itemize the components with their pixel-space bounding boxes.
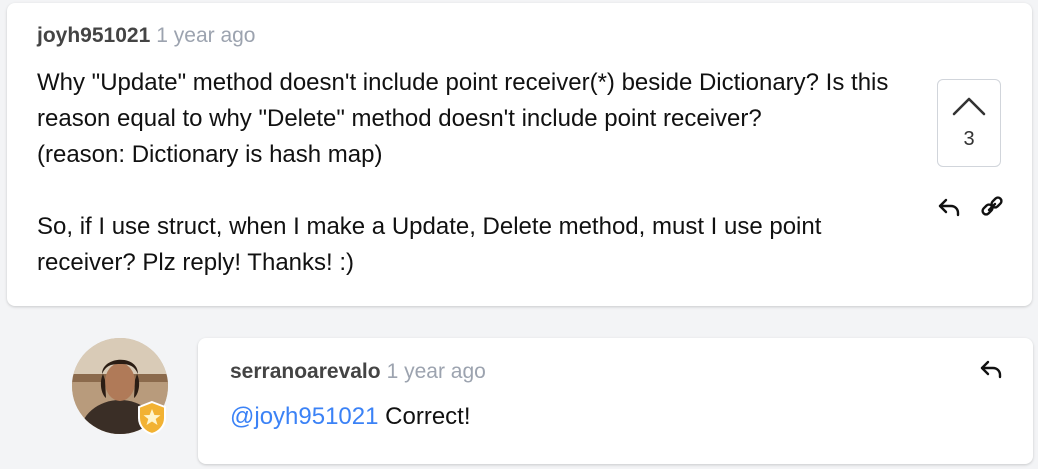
upvote-button[interactable]: 3 bbox=[937, 79, 1001, 167]
reply-card: serranoarevalo 1 year ago @joyh951021 Cor… bbox=[198, 338, 1033, 464]
comment-username[interactable]: joyh951021 bbox=[37, 24, 150, 47]
link-icon[interactable] bbox=[979, 194, 1005, 220]
comment-body: Why "Update" method doesn't include poin… bbox=[37, 65, 917, 281]
comment-timestamp: 1 year ago bbox=[156, 24, 256, 47]
comment-paragraph: Why "Update" method doesn't include poin… bbox=[37, 69, 889, 168]
avatar[interactable] bbox=[72, 338, 168, 436]
reply-username[interactable]: serranoarevalo bbox=[230, 360, 381, 383]
reply-meta: serranoarevalo 1 year ago bbox=[230, 359, 486, 385]
reply-icon[interactable] bbox=[936, 194, 962, 220]
reply-body: @joyh951021 Correct! bbox=[230, 399, 471, 435]
upvote-count: 3 bbox=[963, 128, 975, 150]
star-badge-icon bbox=[138, 400, 166, 436]
chevron-up-icon bbox=[952, 97, 986, 116]
comment-paragraph: So, if I use struct, when I make a Updat… bbox=[37, 213, 822, 276]
reply-timestamp: 1 year ago bbox=[386, 360, 486, 383]
mention-link[interactable]: @joyh951021 bbox=[230, 403, 378, 430]
comment-meta: joyh951021 1 year ago bbox=[37, 23, 256, 49]
comment-card: joyh951021 1 year ago Why "Update" method… bbox=[7, 3, 1032, 306]
reply-text: Correct! bbox=[378, 403, 471, 430]
reply-icon[interactable] bbox=[978, 356, 1004, 382]
